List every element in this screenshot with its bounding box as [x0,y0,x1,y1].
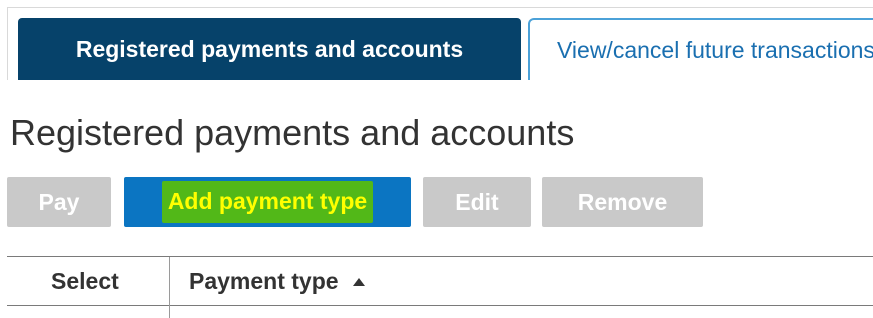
tab-view-cancel-future-transactions[interactable]: View/cancel future transactions [528,18,873,80]
page-title: Registered payments and accounts [10,112,575,153]
tab-registered-payments[interactable]: Registered payments and accounts [18,18,521,80]
add-payment-type-label: Add payment type [161,181,374,223]
table-header-border [7,305,873,306]
select-column-label: Select [51,268,119,294]
remove-button[interactable]: Remove [542,177,703,227]
column-divider [169,257,170,318]
select-column-header: Select [51,268,119,295]
table-top-border [7,256,873,257]
payment-type-column-label: Payment type [189,268,339,294]
sort-ascending-icon [352,277,365,286]
payment-type-column-header[interactable]: Payment type [189,268,365,295]
edit-button[interactable]: Edit [423,177,531,227]
pay-button[interactable]: Pay [7,177,111,227]
add-payment-type-button[interactable]: Add payment type [124,177,411,227]
payments-table: Select Payment type [7,256,873,318]
registered-payments-page: Registered payments and accounts View/ca… [0,0,873,318]
